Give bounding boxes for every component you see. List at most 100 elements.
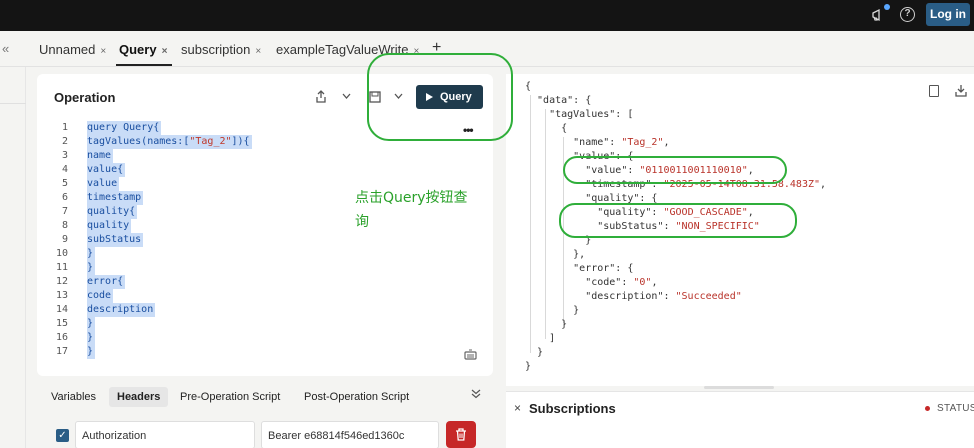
- json-key: "description":: [525, 291, 676, 302]
- response-line: "code": "0",: [525, 276, 657, 290]
- code-token: ]){: [231, 136, 250, 147]
- close-icon[interactable]: ×: [514, 401, 521, 415]
- code-token: error{: [87, 276, 124, 287]
- code-text: tagValues(names:["Tag_2"]){: [87, 135, 252, 149]
- line-number: 12: [55, 276, 68, 287]
- tab-post-operation-script[interactable]: Post-Operation Script: [304, 391, 409, 403]
- line-number: 17: [55, 346, 68, 357]
- line-number: 2: [61, 136, 68, 147]
- chevron-double-down-icon[interactable]: [471, 389, 481, 399]
- annotation-note: 点击Query按钮查询: [355, 190, 468, 230]
- header-enabled-checkbox[interactable]: ✓: [56, 429, 69, 442]
- copy-icon[interactable]: [929, 85, 939, 97]
- code-token: query Query{: [87, 122, 160, 133]
- close-icon[interactable]: ×: [255, 46, 261, 57]
- header-value-field[interactable]: Bearer e68814f546ed1360c: [261, 421, 439, 448]
- response-line: "tagValues": [: [525, 109, 634, 120]
- json-string-value: "0": [633, 277, 652, 288]
- code-token: quality: [87, 220, 130, 231]
- json-string-value: "Tag_2": [621, 137, 664, 148]
- collapse-sidebar-icon[interactable]: «: [2, 41, 9, 56]
- login-button[interactable]: Log in: [926, 3, 970, 26]
- code-text: subStatus: [87, 233, 144, 247]
- line-number: 8: [61, 220, 68, 231]
- line-number: 10: [55, 248, 68, 259]
- tab-label: Unnamed: [39, 42, 96, 57]
- code-token: name: [87, 150, 112, 161]
- megaphone-icon[interactable]: [871, 8, 885, 22]
- code-token: value{: [87, 164, 124, 175]
- prettify-icon[interactable]: [464, 349, 477, 360]
- code-string: "Tag_2": [189, 136, 232, 147]
- code-text: name: [87, 149, 114, 163]
- top-bar: ? Log in: [0, 0, 974, 31]
- trash-icon: [456, 428, 466, 441]
- response-line: ]: [525, 333, 556, 344]
- json-string-value: "Succeeded": [675, 291, 742, 302]
- share-icon[interactable]: [315, 90, 327, 103]
- response-line: "error": {: [525, 263, 634, 274]
- chevron-down-icon[interactable]: [342, 93, 351, 99]
- resize-handle[interactable]: [704, 386, 774, 389]
- code-token: value: [87, 178, 118, 189]
- tab-pre-operation-script[interactable]: Pre-Operation Script: [180, 391, 280, 403]
- close-icon[interactable]: ×: [100, 46, 106, 57]
- operation-title: Operation: [54, 90, 116, 105]
- response-line: "description": "Succeeded": [525, 290, 742, 304]
- line-number: 14: [55, 304, 68, 315]
- line-number: 11: [55, 262, 68, 273]
- response-line: }: [525, 305, 580, 316]
- status-dot: [925, 406, 930, 411]
- response-line: }: [525, 361, 532, 372]
- code-token: timestamp: [87, 192, 142, 203]
- code-text: error{: [87, 275, 126, 289]
- line-number: 15: [55, 318, 68, 329]
- response-line: {: [525, 123, 568, 134]
- code-text: value{: [87, 163, 126, 177]
- code-token: }: [87, 262, 94, 273]
- response-line: "name": "Tag_2",: [525, 136, 669, 150]
- line-number: 13: [55, 290, 68, 301]
- status-label: STATUS: [937, 403, 974, 414]
- delete-header-button[interactable]: [446, 421, 476, 448]
- code-token: quality{: [87, 206, 136, 217]
- tab-subscription[interactable]: subscription ×: [181, 42, 261, 57]
- code-text: }: [87, 261, 96, 275]
- tab-unnamed[interactable]: Unnamed ×: [39, 42, 106, 57]
- help-icon[interactable]: ?: [900, 7, 915, 22]
- tab-label: Query: [119, 42, 157, 57]
- response-line: }: [525, 319, 568, 330]
- close-icon[interactable]: ×: [162, 46, 168, 57]
- code-text: description: [87, 303, 156, 317]
- line-number: 3: [61, 150, 68, 161]
- tab-headers[interactable]: Headers: [109, 387, 169, 407]
- code-text: timestamp: [87, 191, 144, 205]
- json-key: "code":: [525, 277, 634, 288]
- download-icon[interactable]: [955, 84, 967, 97]
- tab-variables[interactable]: Variables: [51, 391, 96, 403]
- code-token: }: [87, 248, 94, 259]
- code-text: query Query{: [87, 121, 162, 135]
- code-text: value: [87, 177, 120, 191]
- annotation-ring-query-button: [367, 53, 513, 141]
- subscriptions-title: Subscriptions: [529, 401, 616, 416]
- json-punct: ,: [820, 179, 827, 190]
- code-token: subStatus: [87, 234, 142, 245]
- line-number: 16: [55, 332, 68, 343]
- code-text: quality{: [87, 205, 138, 219]
- code-text: }: [87, 317, 96, 331]
- line-number: 4: [61, 164, 68, 175]
- tab-label: subscription: [181, 42, 251, 57]
- code-text: }: [87, 247, 96, 261]
- code-text: }: [87, 345, 96, 359]
- annotation-ring-quality: [559, 203, 797, 238]
- code-token: }: [87, 318, 94, 329]
- code-token: code: [87, 290, 112, 301]
- code-token: description: [87, 304, 154, 315]
- code-text: }: [87, 331, 96, 345]
- tab-query[interactable]: Query ×: [119, 42, 167, 57]
- response-line: }: [525, 347, 544, 358]
- response-line: "data": {: [525, 95, 592, 106]
- json-key: "name":: [525, 137, 622, 148]
- header-key-field[interactable]: Authorization: [75, 421, 255, 448]
